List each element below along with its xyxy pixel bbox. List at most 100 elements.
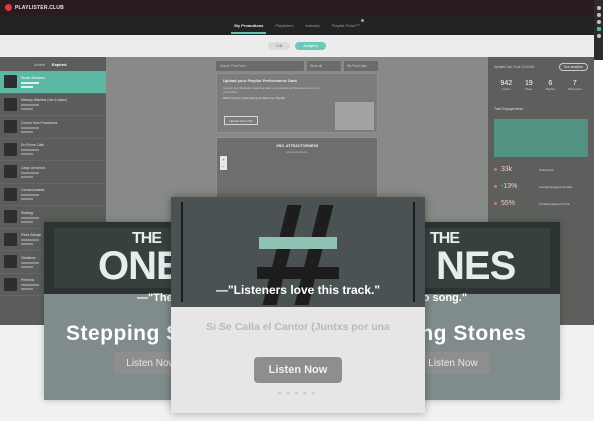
kpi-item: 33k Total Reach [494, 166, 588, 173]
track-thumbnail [4, 232, 17, 246]
track-placeholder-line [21, 243, 33, 246]
search-input[interactable]: Search Post Feed [216, 61, 304, 71]
nav-my-promotions[interactable]: My Promotions [231, 23, 267, 34]
nav-playlisters[interactable]: Playlisters [274, 23, 294, 28]
track-placeholder-line [21, 130, 33, 133]
upload-title: Upload your Playlist Performance Data [223, 78, 297, 83]
track-meta: Primeros [21, 278, 39, 291]
search-row: Search Post Feed Show all My Post Links [216, 61, 378, 71]
track-placeholder-line [21, 108, 33, 111]
cover-title-right: NES [436, 244, 516, 288]
track-thumbnail [4, 142, 17, 156]
kpi-value: -13% [501, 183, 518, 190]
track-row[interactable]: Control Todo Promotions [0, 116, 106, 139]
ad-card-center[interactable]: —"Listeners love this track." Si Se Call… [171, 197, 425, 413]
track-thumbnail [4, 210, 17, 224]
track-thumbnail [4, 277, 17, 291]
track-placeholder-line [21, 198, 33, 201]
track-title: Studio Sessions [21, 75, 45, 80]
ad-title-right: ing Stones [414, 322, 527, 345]
track-row[interactable]: Studio Sessions [0, 71, 106, 94]
track-meta: Memory Machine (Jan & Adam) [21, 98, 68, 111]
ad-title-left: Stepping S [66, 322, 181, 345]
track-thumbnail [4, 75, 17, 89]
listen-now-button-right[interactable]: Listen Now [416, 352, 490, 374]
stat-item: 7 Placements [568, 80, 582, 91]
track-meta: Control Todo Promotions [21, 121, 57, 133]
upload-card: Upload your Playlist Performance Data Up… [216, 73, 378, 133]
upload-help-link[interactable]: Watch how to download your data from Spo… [223, 96, 371, 100]
edit-pill[interactable]: Edit [268, 42, 291, 50]
track-placeholder-line [21, 81, 39, 84]
track-placeholder-line [21, 85, 33, 88]
track-thumbnail [4, 165, 17, 179]
close-icon[interactable] [596, 6, 601, 10]
map-subtitle: Global Audience [286, 150, 308, 154]
track-title: Memory Machine (Jan & Adam) [21, 98, 68, 103]
extension-icon[interactable] [596, 27, 601, 31]
upload-text: Upload your distributor streaming data t… [223, 86, 320, 94]
kpi-list: 33k Total Reach -13% Average Engagement Rat… [494, 166, 588, 207]
track-title: Cargo de fuerza [21, 165, 45, 170]
track-placeholder-line [21, 171, 39, 174]
main-nav: My Promotions Playlisters Industry Playl… [0, 15, 594, 35]
listen-now-button[interactable]: Listen Now [254, 357, 342, 383]
filter-select[interactable]: Show all [307, 61, 341, 71]
kpi-label: Total Reach [539, 167, 554, 172]
sidebar-tabs: Active Expired [0, 57, 106, 71]
track-placeholder-line [21, 261, 39, 264]
track-meta: Studio Sessions [21, 76, 45, 88]
track-row[interactable]: Convencionales [0, 184, 106, 206]
stat-item: 19 Saves [525, 80, 533, 91]
track-placeholder-line [21, 284, 39, 287]
gear-icon[interactable] [596, 13, 601, 17]
map-zoom-control[interactable]: + − [220, 156, 227, 170]
track-placeholder-line [21, 149, 39, 152]
map-card: ORG. ATTRACTIVENESS Global Audience + − [216, 137, 378, 199]
track-meta: Pieza Salvaje [21, 233, 41, 246]
post-links-select[interactable]: My Post Links [344, 61, 378, 71]
kpi-value: 33k [501, 166, 513, 173]
brand-logo-icon[interactable] [5, 4, 12, 11]
stat-value: 19 [524, 80, 533, 87]
stat-item: 942 Listens [500, 80, 512, 91]
analytics-pill[interactable]: Analytics [295, 42, 326, 50]
track-placeholder-line [21, 126, 39, 129]
zoom-in-icon[interactable]: + [222, 157, 224, 162]
see-analytics-button[interactable]: See analytics [559, 63, 588, 71]
stat-label: Playlists [545, 88, 556, 91]
track-row[interactable]: Memory Machine (Jan & Adam) [0, 94, 106, 116]
brand-bar: PLAYLISTER.CLUB [0, 0, 603, 15]
section-title: Total Engagements [494, 107, 524, 111]
stat-value: 7 [572, 80, 577, 87]
nav-playlist-pulse[interactable]: Playlist Pulse™ [331, 18, 364, 28]
track-placeholder-line [21, 194, 39, 197]
analytics-header: Updated Jun 14 at 11:04 AM See analytics [494, 63, 588, 71]
tab-expired[interactable]: Expired [52, 62, 67, 67]
map-title: ORG. ATTRACTIVENESS [275, 144, 319, 148]
stat-label: Placements [568, 88, 582, 91]
kpi-item: -13% Average Engagement Rate [494, 183, 588, 190]
track-placeholder-line [21, 104, 39, 107]
kpi-label: Social Engagement Time [539, 201, 571, 206]
stat-label: Saves [525, 88, 533, 91]
upload-csv-button[interactable]: Upload Your CSV [224, 116, 258, 125]
app-screen: PLAYLISTER.CLUB My Promotions Playlister… [0, 0, 603, 421]
stat-value: 942 [500, 80, 513, 87]
nav-industry[interactable]: Industry [305, 23, 321, 28]
kpi-item: 55% Social Engagement Time [494, 200, 588, 207]
more-icon[interactable] [596, 34, 601, 38]
track-thumbnail [4, 187, 17, 201]
brand-name[interactable]: PLAYLISTER.CLUB [15, 5, 64, 11]
track-row[interactable]: Cargo de fuerza [0, 161, 106, 184]
main-column: Search Post Feed Show all My Post Links … [216, 61, 378, 199]
view-switcher: Edit Analytics [0, 35, 594, 57]
track-title: Convencionales [21, 188, 45, 193]
song-name: Si Se Calla el Cantor (Juntxs por una [206, 321, 390, 333]
track-placeholder-line [21, 220, 33, 223]
bookmark-icon[interactable] [596, 20, 601, 24]
track-row[interactable]: Do Phone Calls [0, 139, 106, 161]
tab-active[interactable]: Active [34, 62, 45, 67]
track-thumbnail [4, 120, 17, 134]
zoom-out-icon[interactable]: − [222, 164, 224, 169]
